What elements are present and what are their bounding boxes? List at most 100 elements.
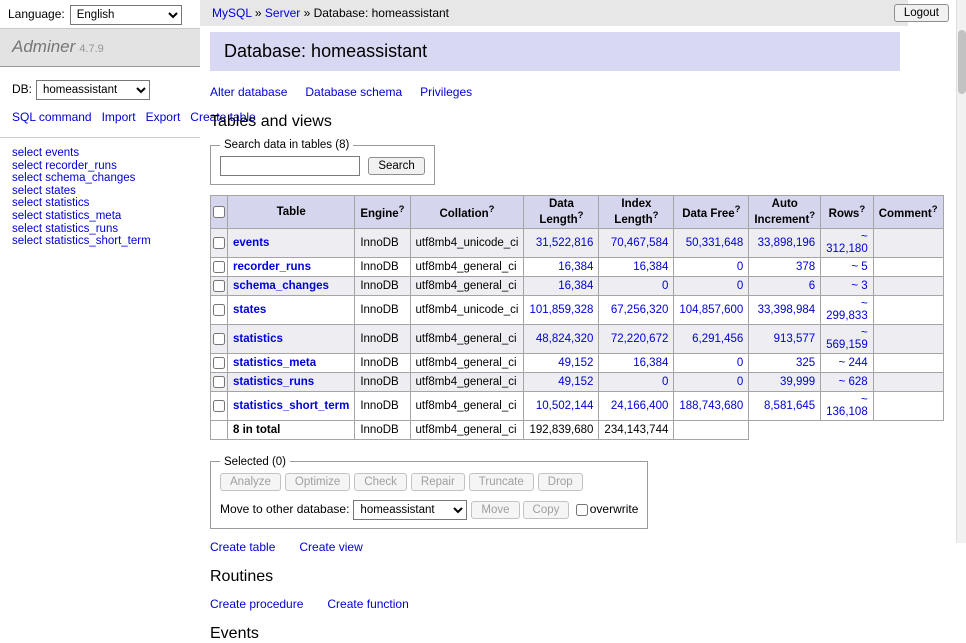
auto-increment-link[interactable]: 325 (796, 357, 815, 369)
row-checkbox[interactable] (213, 237, 225, 249)
db-select[interactable]: homeassistant (36, 80, 150, 100)
rows-link[interactable]: ~ 244 (839, 357, 868, 369)
data-length-link[interactable]: 31,522,816 (536, 237, 594, 249)
rows-link[interactable]: ~ 136,108 (826, 394, 868, 418)
breadcrumb-link[interactable]: MySQL (212, 6, 252, 20)
data-length-link[interactable]: 16,384 (558, 280, 593, 292)
check-button[interactable]: Check (354, 473, 407, 491)
logout-button[interactable]: Logout (894, 4, 949, 22)
routine-link[interactable]: Create procedure (210, 597, 303, 611)
data-free-link[interactable]: 0 (737, 376, 743, 388)
help-marker[interactable]: ? (489, 204, 495, 215)
auto-increment-link[interactable]: 8,581,645 (764, 400, 815, 412)
copy-button[interactable]: Copy (523, 501, 570, 519)
help-marker[interactable]: ? (399, 204, 405, 215)
auto-increment-link[interactable]: 913,577 (774, 333, 816, 345)
search-button[interactable]: Search (368, 157, 424, 175)
db-nav-link[interactable]: Privileges (420, 85, 472, 99)
db-nav-link[interactable]: Database schema (305, 85, 402, 99)
table-name-link[interactable]: recorder_runs (233, 261, 311, 273)
rows-link[interactable]: ~ 312,180 (826, 231, 868, 255)
sidebar-action-link[interactable]: Import (102, 110, 136, 124)
sidebar-select-link[interactable]: select statistics (12, 197, 188, 210)
index-length-link[interactable]: 72,220,672 (611, 333, 669, 345)
truncate-button[interactable]: Truncate (469, 473, 534, 491)
data-free-link[interactable]: 50,331,648 (686, 237, 744, 249)
create-link[interactable]: Create view (299, 540, 362, 554)
search-input[interactable] (220, 156, 360, 176)
select-all-checkbox[interactable] (213, 206, 225, 218)
overwrite-label[interactable]: overwrite (590, 502, 639, 516)
auto-increment-link[interactable]: 378 (796, 261, 815, 273)
sidebar-action-link[interactable]: Export (146, 110, 181, 124)
index-length-link[interactable]: 70,467,584 (611, 237, 669, 249)
index-length-link[interactable]: 0 (662, 376, 668, 388)
drop-button[interactable]: Drop (538, 473, 583, 491)
overwrite-checkbox[interactable] (576, 504, 588, 516)
data-length-link[interactable]: 101,859,328 (529, 304, 593, 316)
data-free-link[interactable]: 6,291,456 (692, 333, 743, 345)
row-checkbox[interactable] (213, 376, 225, 388)
data-free-link[interactable]: 0 (737, 261, 743, 273)
scrollbar-thumb[interactable] (958, 30, 966, 94)
auto-increment-link[interactable]: 33,898,196 (758, 237, 816, 249)
row-checkbox[interactable] (213, 304, 225, 316)
index-length-link[interactable]: 0 (662, 280, 668, 292)
data-free-link[interactable]: 188,743,680 (679, 400, 743, 412)
help-marker[interactable]: ? (653, 210, 659, 221)
index-length-link[interactable]: 16,384 (633, 357, 668, 369)
table-name-link[interactable]: schema_changes (233, 280, 329, 292)
table-name-link[interactable]: statistics_short_term (233, 400, 349, 412)
data-length-link[interactable]: 49,152 (558, 376, 593, 388)
help-marker[interactable]: ? (578, 210, 584, 221)
sidebar-select-link[interactable]: select statistics_short_term (12, 235, 188, 248)
row-checkbox[interactable] (213, 261, 225, 273)
optimize-button[interactable]: Optimize (285, 473, 350, 491)
table-name-link[interactable]: states (233, 304, 266, 316)
routine-link[interactable]: Create function (327, 597, 408, 611)
rows-link[interactable]: ~ 5 (851, 261, 867, 273)
table-name-link[interactable]: statistics (233, 333, 283, 345)
move-db-select[interactable]: homeassistant (353, 500, 467, 520)
vertical-scrollbar[interactable] (956, 0, 966, 543)
table-name-link[interactable]: statistics_runs (233, 376, 314, 388)
move-button[interactable]: Move (471, 501, 519, 519)
data-length-link[interactable]: 48,824,320 (536, 333, 594, 345)
breadcrumb-link[interactable]: Server (265, 6, 300, 20)
auto-increment-link[interactable]: 39,999 (780, 376, 815, 388)
sidebar-action-link[interactable]: SQL command (12, 110, 92, 124)
data-length-link[interactable]: 16,384 (558, 261, 593, 273)
rows-link[interactable]: ~ 569,159 (826, 327, 868, 351)
sidebar-select-link[interactable]: select events (12, 147, 188, 160)
index-length-link[interactable]: 67,256,320 (611, 304, 669, 316)
row-checkbox[interactable] (213, 333, 225, 345)
db-nav-link[interactable]: Alter database (210, 85, 287, 99)
index-length-link[interactable]: 24,166,400 (611, 400, 669, 412)
help-marker[interactable]: ? (859, 204, 865, 215)
data-length-link[interactable]: 10,502,144 (536, 400, 594, 412)
sidebar-select-link[interactable]: select schema_changes (12, 172, 188, 185)
index-length-link[interactable]: 16,384 (633, 261, 668, 273)
help-marker[interactable]: ? (932, 204, 938, 215)
sidebar-select-link[interactable]: select statistics_runs (12, 223, 188, 236)
table-name-link[interactable]: events (233, 237, 269, 249)
data-free-link[interactable]: 0 (737, 280, 743, 292)
sidebar-select-link[interactable]: select states (12, 185, 188, 198)
auto-increment-link[interactable]: 33,398,984 (758, 304, 816, 316)
data-free-link[interactable]: 0 (737, 357, 743, 369)
row-checkbox[interactable] (213, 400, 225, 412)
language-select[interactable]: English (70, 5, 182, 25)
data-free-link[interactable]: 104,857,600 (679, 304, 743, 316)
row-checkbox[interactable] (213, 280, 225, 292)
rows-link[interactable]: ~ 299,833 (826, 298, 868, 322)
repair-button[interactable]: Repair (411, 473, 465, 491)
analyze-button[interactable]: Analyze (220, 473, 281, 491)
adminer-brand-link[interactable]: Adminer (12, 37, 75, 56)
create-link[interactable]: Create table (210, 540, 275, 554)
sidebar-select-link[interactable]: select statistics_meta (12, 210, 188, 223)
rows-link[interactable]: ~ 628 (839, 376, 868, 388)
row-checkbox[interactable] (213, 357, 225, 369)
rows-link[interactable]: ~ 3 (851, 280, 867, 292)
table-name-link[interactable]: statistics_meta (233, 357, 316, 369)
help-marker[interactable]: ? (735, 204, 741, 215)
